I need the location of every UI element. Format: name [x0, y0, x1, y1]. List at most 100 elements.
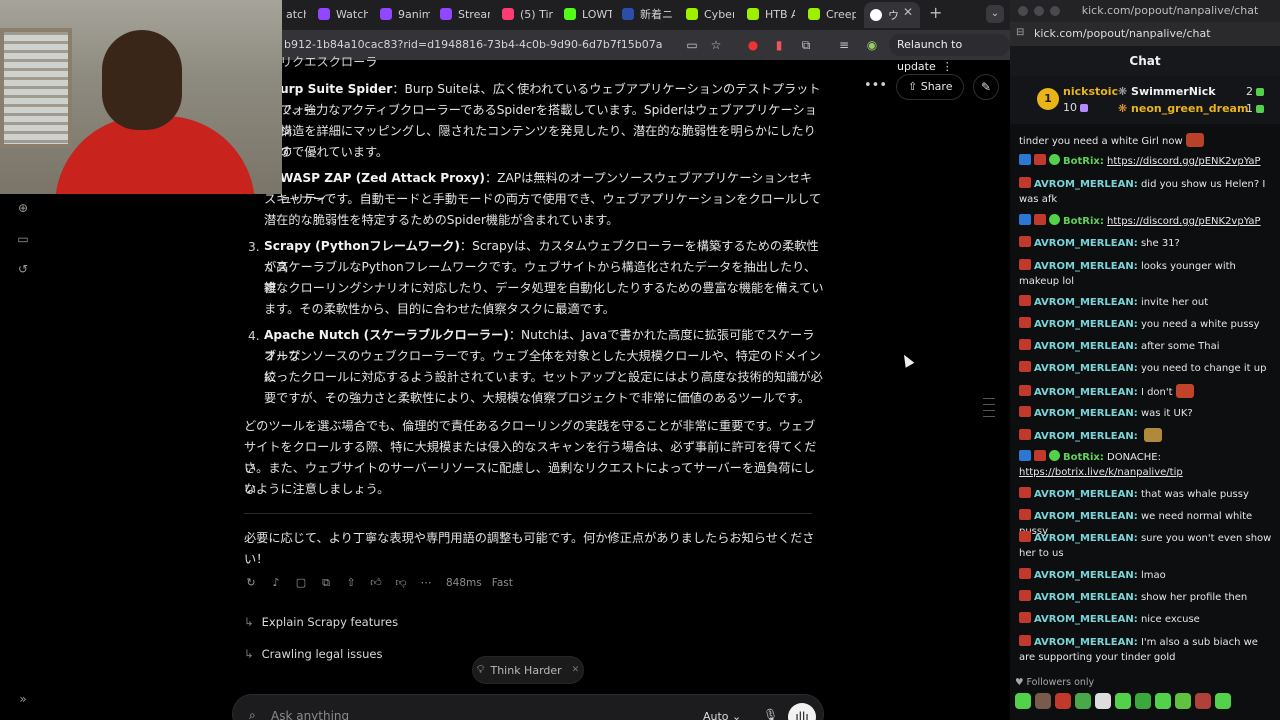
- tab-htb-creep[interactable]: Creep: [808, 3, 856, 25]
- count-value: 1: [1246, 102, 1253, 115]
- message-username[interactable]: BotRix:: [1063, 156, 1104, 167]
- message-username[interactable]: AVROM_MERLEAN:: [1034, 261, 1138, 272]
- address-bar[interactable]: b912-1b84a10cac83?rid=d1948816-73b4-4c0b…: [284, 38, 663, 51]
- message-username[interactable]: AVROM_MERLEAN:: [1034, 319, 1138, 330]
- message-username[interactable]: AVROM_MERLEAN:: [1034, 408, 1138, 419]
- emote-icon[interactable]: [1135, 693, 1151, 709]
- scroll-minimap[interactable]: [983, 398, 995, 422]
- emote-icon[interactable]: [1175, 693, 1191, 709]
- emote-icon[interactable]: [1115, 693, 1131, 709]
- thumbs-up-icon[interactable]: 👍︎: [369, 576, 383, 590]
- tab-kick[interactable]: LOWT: [564, 3, 612, 25]
- window-title: kick.com/popout/nanpalive/chat: [1081, 4, 1259, 17]
- emote-icon[interactable]: [1055, 693, 1071, 709]
- dismiss-icon[interactable]: ✕: [572, 665, 580, 675]
- close-tab-icon[interactable]: ✕: [903, 5, 913, 19]
- prompt-input[interactable]: Ask anything: [271, 709, 349, 720]
- item-line: 雑なクローリングシナリオに対応したり、データ処理を自動化したりするための豊富な機…: [264, 281, 824, 295]
- relaunch-button[interactable]: Relaunch to update ⋮: [889, 34, 1010, 73]
- third-gifter[interactable]: ❋ neon_green_dream: [1118, 102, 1248, 115]
- copy-icon[interactable]: ⧉: [319, 576, 333, 590]
- tab-twitch-watch[interactable]: Watch: [318, 3, 368, 25]
- item-line: 要ですが、その強力さと柔軟性により、大規模な偵察プロジェクトで非常に価値のあるツ…: [264, 391, 810, 405]
- extension-torch-icon[interactable]: ▮: [771, 37, 787, 53]
- message-username[interactable]: AVROM_MERLEAN:: [1034, 431, 1138, 442]
- model-mode-select[interactable]: Auto ⌄: [703, 710, 741, 720]
- profile-avatar-icon[interactable]: ◉: [864, 37, 880, 53]
- think-harder-chip[interactable]: 💡︎ Think Harder ✕: [472, 656, 584, 684]
- tab-twitch-stream[interactable]: Stream: [440, 3, 490, 25]
- read-aloud-icon[interactable]: ♪: [269, 576, 283, 590]
- regenerate-icon[interactable]: ↻: [244, 576, 258, 590]
- attach-paperclip-icon[interactable]: ⌕: [249, 708, 256, 720]
- second-gifter[interactable]: ❋ SwimmerNick: [1118, 85, 1216, 98]
- followup-suggestion[interactable]: ↳ Crawling legal issues: [244, 647, 383, 661]
- message-text: you need a white pussy: [1140, 319, 1260, 330]
- emote-icon[interactable]: [1095, 693, 1111, 709]
- twitch-icon: [440, 8, 452, 20]
- message-username[interactable]: BotRix:: [1063, 216, 1104, 227]
- prompt-input-bar[interactable]: ⌕ Ask anything Auto ⌄ 🎙︎ ıllı: [232, 694, 824, 720]
- message-username[interactable]: AVROM_MERLEAN:: [1034, 179, 1138, 190]
- extensions-puzzle-icon[interactable]: ⧉: [798, 37, 814, 53]
- popout-url[interactable]: kick.com/popout/nanpalive/chat: [1034, 27, 1211, 40]
- message-username[interactable]: AVROM_MERLEAN:: [1034, 387, 1138, 398]
- message-username[interactable]: AVROM_MERLEAN:: [1034, 489, 1138, 500]
- emote-icon[interactable]: [1075, 693, 1091, 709]
- message-username[interactable]: AVROM_MERLEAN:: [1034, 637, 1138, 648]
- bookmark-star-icon[interactable]: ☆: [708, 37, 724, 53]
- message-link[interactable]: https://discord.gg/pENK2vpYaP: [1107, 216, 1261, 227]
- media-controls-icon[interactable]: ≡: [836, 37, 852, 53]
- more-actions-icon[interactable]: ⋯: [419, 576, 433, 590]
- tab-news[interactable]: 新着ニ: [622, 3, 672, 25]
- share-button[interactable]: ⇧ Share: [896, 74, 965, 100]
- new-chat-icon[interactable]: ⊕: [16, 201, 30, 215]
- emote-icon[interactable]: [1155, 693, 1171, 709]
- emote-icon[interactable]: [1035, 693, 1051, 709]
- more-options-icon[interactable]: •••: [864, 78, 887, 93]
- history-icon[interactable]: ↺: [16, 262, 30, 276]
- message-username[interactable]: AVROM_MERLEAN:: [1034, 297, 1138, 308]
- thumbs-down-icon[interactable]: 👎︎: [394, 576, 408, 590]
- closing-paragraph-line: どのツールを選ぶ場合でも、倫理的で責任あるクローリングの実践を守ることが非常に重…: [244, 419, 816, 433]
- message-username[interactable]: AVROM_MERLEAN:: [1034, 592, 1138, 603]
- expand-sidebar-icon[interactable]: »: [16, 692, 30, 706]
- tab-search-chevron-icon[interactable]: ⌄: [986, 5, 1004, 23]
- tab-tinder[interactable]: (5) Tir: [502, 3, 554, 25]
- emote-icon[interactable]: [1215, 693, 1231, 709]
- emote-icon[interactable]: [1195, 693, 1211, 709]
- message-username[interactable]: AVROM_MERLEAN:: [1034, 341, 1138, 352]
- message-username[interactable]: AVROM_MERLEAN:: [1034, 238, 1138, 249]
- emote-icon[interactable]: [1015, 693, 1031, 709]
- item-line: 絞ったクロールに対応するよう設計されています。セットアップと設定にはより高度な技…: [264, 370, 823, 384]
- new-chat-edit-button[interactable]: ✎: [973, 74, 999, 100]
- subscriber-badge-icon: [1019, 568, 1031, 579]
- voice-mode-button[interactable]: ıllı: [788, 703, 816, 720]
- kebab-menu-icon[interactable]: ⋮: [942, 60, 953, 73]
- cast-icon[interactable]: ▭: [684, 37, 700, 53]
- subscriber-badge-icon: [1019, 236, 1031, 247]
- message-link[interactable]: https://botrix.live/k/nanpalive/tip: [1019, 467, 1183, 478]
- chat-message: AVROM_MERLEAN: sure you won't even show …: [1019, 531, 1273, 561]
- message-link[interactable]: https://discord.gg/pENK2vpYaP: [1107, 156, 1261, 167]
- comment-icon[interactable]: ▢: [294, 576, 308, 590]
- microphone-icon[interactable]: 🎙︎: [763, 708, 778, 720]
- top-gifter-count: 10: [1063, 101, 1088, 114]
- top-gifter-name[interactable]: nickstoic: [1063, 85, 1118, 98]
- extension-red-icon[interactable]: ●: [745, 37, 761, 53]
- message-username[interactable]: AVROM_MERLEAN:: [1034, 511, 1138, 522]
- tab-htb-cyber[interactable]: Cyber: [686, 3, 734, 25]
- message-username[interactable]: BotRix:: [1063, 452, 1104, 463]
- message-username[interactable]: AVROM_MERLEAN:: [1034, 533, 1138, 544]
- message-username[interactable]: AVROM_MERLEAN:: [1034, 614, 1138, 625]
- followup-suggestion[interactable]: ↳ Explain Scrapy features: [244, 615, 398, 629]
- message-username[interactable]: AVROM_MERLEAN:: [1034, 570, 1138, 581]
- share-icon[interactable]: ⇧: [344, 576, 358, 590]
- tab-htb-academy[interactable]: HTB A: [747, 3, 795, 25]
- site-info-icon[interactable]: ⊟: [1016, 27, 1024, 38]
- message-username[interactable]: AVROM_MERLEAN:: [1034, 363, 1138, 374]
- folder-icon[interactable]: ▭: [16, 232, 30, 246]
- tab-twitch-9anim[interactable]: 9anim: [380, 3, 430, 25]
- message-text: nice excuse: [1140, 614, 1200, 625]
- new-tab-icon[interactable]: +: [929, 3, 942, 22]
